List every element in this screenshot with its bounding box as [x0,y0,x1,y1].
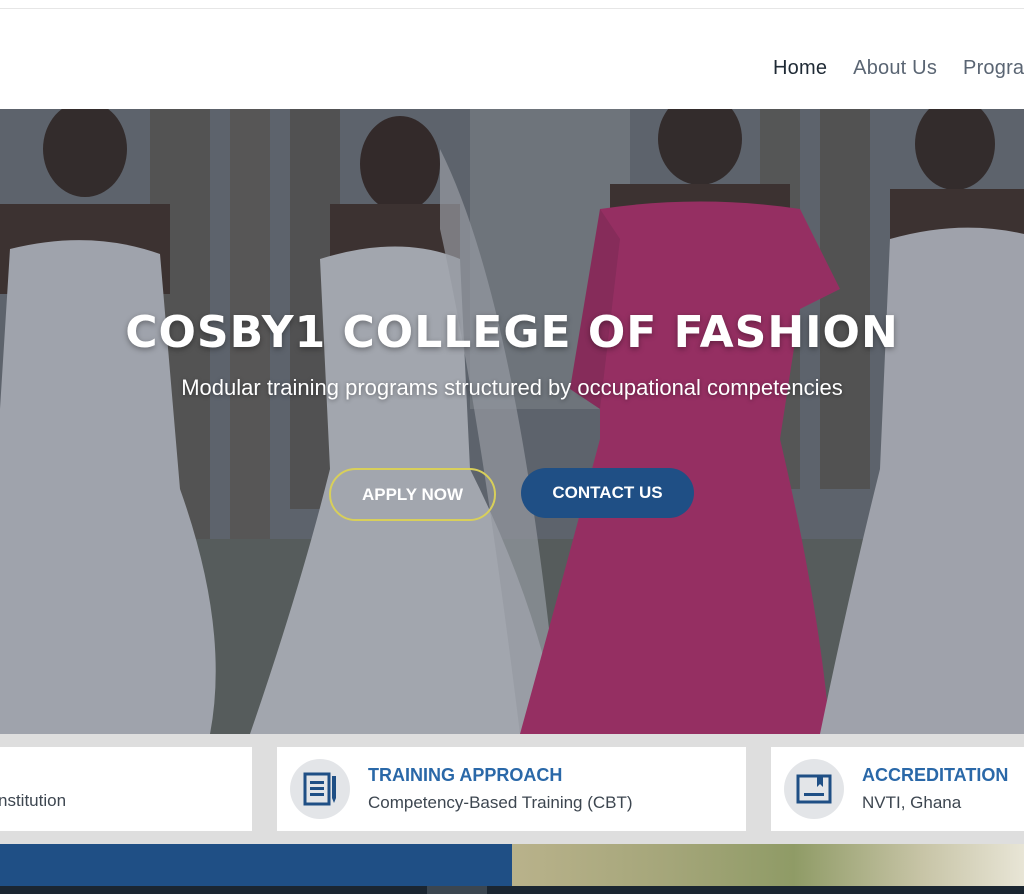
hero-subtitle: Modular training programs structured by … [181,375,843,400]
nav-about-us[interactable]: About Us [853,57,937,80]
top-border [0,0,1024,9]
main-nav: Home About Us Progra [773,57,1024,80]
bottom-dark-bar [0,886,1024,894]
contact-us-button[interactable]: CONTACT US [521,468,694,518]
bottom-bar-segment [427,886,487,894]
info-card-accreditation: ACCREDITATION NVTI, Ghana [771,747,1024,831]
hero-overlay [0,109,1024,734]
apply-now-button[interactable]: APPLY NOW [329,468,496,521]
hero-section: COSBY1 COLLEGE OF FASHION Modular traini… [0,109,1024,734]
info-band: nstitution TRAINING APPROACH Competency-… [0,734,1024,844]
info-card-desc: nstitution [0,791,67,810]
site-header: Home About Us Progra [0,9,1024,109]
hero-title: COSBY1 COLLEGE OF FASHION [125,307,899,358]
info-card-title: TRAINING APPROACH [368,765,563,785]
info-card-institution: nstitution [0,747,252,831]
info-card-training-approach: TRAINING APPROACH Competency-Based Train… [277,747,746,831]
document-icon [290,759,350,819]
info-card-desc: NVTI, Ghana [862,793,962,812]
nav-home[interactable]: Home [773,57,827,80]
nav-programs[interactable]: Progra [963,57,1024,80]
info-card-title: ACCREDITATION [862,765,1009,785]
info-card-desc: Competency-Based Training (CBT) [368,793,633,812]
certificate-icon [784,759,844,819]
